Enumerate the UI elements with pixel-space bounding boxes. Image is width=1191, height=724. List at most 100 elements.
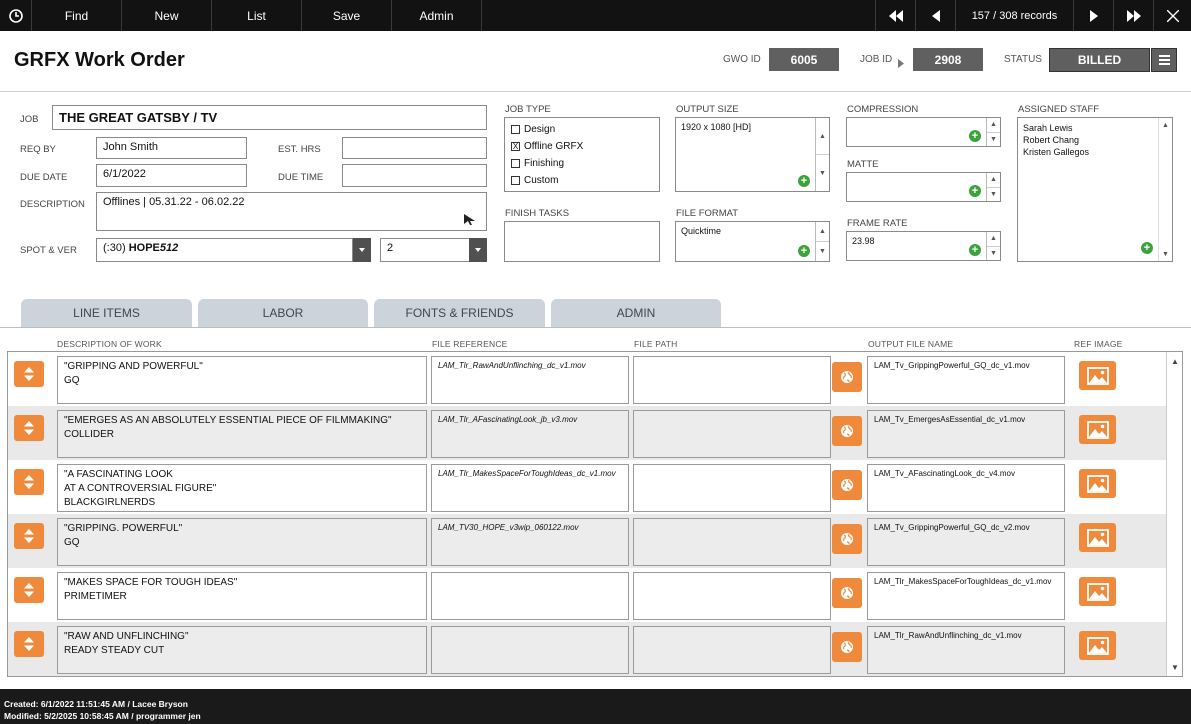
output-file-name-field[interactable]: LAM_Tlr_RawAndUnflinching_dc_v1.mov (867, 626, 1065, 674)
sort-handle-icon[interactable] (14, 361, 44, 387)
due-time-field[interactable] (342, 164, 487, 187)
output-size-field[interactable]: 1920 x 1080 [HD] + ▲ ▼ (675, 117, 830, 192)
add-icon[interactable]: + (969, 130, 981, 142)
frame-rate-field[interactable]: 23.98 + ▲ ▼ (846, 231, 1001, 261)
file-reference-field[interactable]: LAM_Tlr_MakesSpaceForToughIdeas_dc_v1.mo… (431, 464, 629, 512)
job-id-value: 2908 (913, 48, 983, 71)
tab-labor[interactable]: LABOR (198, 299, 368, 327)
close-icon[interactable] (1153, 0, 1191, 31)
globe-icon[interactable] (832, 416, 862, 446)
version-select[interactable]: 2 (380, 238, 470, 262)
add-icon[interactable]: + (1141, 242, 1153, 254)
ref-image-icon[interactable] (1079, 523, 1116, 552)
file-path-field[interactable] (633, 518, 831, 566)
job-type-offline-grfx[interactable]: X Offline GRFX (505, 138, 659, 155)
compression-scroll[interactable]: ▲ ▼ (986, 118, 1000, 146)
sort-handle-icon[interactable] (14, 523, 44, 549)
file-format-scroll[interactable]: ▲ ▼ (815, 222, 829, 261)
globe-icon[interactable] (832, 470, 862, 500)
job-id-link-icon[interactable] (898, 55, 904, 73)
table-row: "MAKES SPACE FOR TOUGH IDEAS" PRIMETIMER L… (8, 568, 1167, 622)
description-line: "A FASCINATING LOOK (64, 469, 173, 480)
job-type-custom[interactable]: Custom (505, 172, 659, 189)
matte-scroll[interactable]: ▲ ▼ (986, 173, 1000, 201)
new-button[interactable]: New (122, 0, 212, 31)
tab-fonts-friends[interactable]: FONTS & FRIENDS (374, 299, 545, 327)
spot-dropdown-icon[interactable] (353, 238, 371, 262)
add-icon[interactable]: + (798, 175, 810, 187)
file-path-field[interactable] (633, 572, 831, 620)
last-record-icon[interactable] (1113, 0, 1153, 31)
sort-handle-icon[interactable] (14, 415, 44, 441)
status-menu-icon[interactable] (1151, 48, 1177, 72)
file-path-field[interactable] (633, 410, 831, 458)
add-icon[interactable]: + (969, 185, 981, 197)
output-size-scroll[interactable]: ▲ ▼ (815, 118, 829, 191)
description-of-work-field[interactable]: "MAKES SPACE FOR TOUGH IDEAS" PRIMETIMER (57, 572, 427, 620)
table-scrollbar[interactable]: ▲ ▼ (1166, 352, 1182, 676)
file-path-field[interactable] (633, 464, 831, 512)
description-of-work-field[interactable]: "A FASCINATING LOOK AT A CONTROVERSIAL FI… (57, 464, 427, 512)
find-button[interactable]: Find (32, 0, 122, 31)
file-reference-field[interactable] (431, 626, 629, 674)
status-field[interactable]: BILLED (1049, 48, 1150, 72)
file-path-field[interactable] (633, 626, 831, 674)
description-of-work-field[interactable]: "GRIPPING. POWERFUL" GQ (57, 518, 427, 566)
output-file-name-field[interactable]: LAM_Tv_GrippingPowerful_GQ_dc_v2.mov (867, 518, 1065, 566)
staff-scroll[interactable]: ▲ ▼ (1158, 118, 1172, 261)
ref-image-icon[interactable] (1079, 361, 1116, 390)
ref-image-icon[interactable] (1079, 631, 1116, 660)
output-file-name-field[interactable]: LAM_Tv_GrippingPowerful_GQ_dc_v1.mov (867, 356, 1065, 404)
list-button[interactable]: List (212, 0, 302, 31)
app-logo-icon[interactable] (0, 0, 32, 31)
add-icon[interactable]: + (969, 244, 981, 256)
output-file-name-field[interactable]: LAM_Tlr_MakesSpaceForToughIdeas_dc_v1.mo… (867, 572, 1065, 620)
add-icon[interactable]: + (798, 245, 810, 257)
file-path-field[interactable] (633, 356, 831, 404)
file-reference-field[interactable]: LAM_Tlr_AFascinatingLook_jb_v3.mov (431, 410, 629, 458)
output-file-name-field[interactable]: LAM_Tv_AFascinatingLook_dc_v4.mov (867, 464, 1065, 512)
req-by-field[interactable]: John Smith (96, 137, 247, 159)
first-record-icon[interactable] (875, 0, 915, 31)
ref-image-icon[interactable] (1079, 469, 1116, 498)
ref-image-icon[interactable] (1079, 577, 1116, 606)
job-type-design[interactable]: Design (505, 121, 659, 138)
globe-icon[interactable] (832, 578, 862, 608)
spot-select[interactable]: (:30) HOPE512 (96, 238, 353, 262)
scroll-up-icon[interactable]: ▲ (1167, 354, 1182, 368)
file-format-field[interactable]: Quicktime + ▲ ▼ (675, 221, 830, 262)
globe-icon[interactable] (832, 632, 862, 662)
assigned-staff-list[interactable]: Sarah Lewis Robert Chang Kristen Gallego… (1017, 117, 1173, 262)
est-hrs-field[interactable] (342, 137, 487, 159)
scroll-down-icon[interactable]: ▼ (1167, 660, 1182, 674)
version-dropdown-icon[interactable] (469, 238, 487, 262)
description-field[interactable]: Offlines | 05.31.22 - 06.02.22 (96, 192, 487, 231)
next-record-icon[interactable] (1073, 0, 1113, 31)
frame-rate-scroll[interactable]: ▲ ▼ (986, 232, 1000, 260)
admin-button[interactable]: Admin (392, 0, 482, 31)
tab-line-items[interactable]: LINE ITEMS (21, 299, 192, 327)
globe-icon[interactable] (832, 362, 862, 392)
previous-record-icon[interactable] (915, 0, 955, 31)
tab-admin[interactable]: ADMIN (551, 299, 721, 327)
matte-field[interactable]: + ▲ ▼ (846, 172, 1001, 202)
compression-field[interactable]: + ▲ ▼ (846, 117, 1001, 147)
globe-icon[interactable] (832, 524, 862, 554)
file-reference-field[interactable] (431, 572, 629, 620)
due-date-field[interactable]: 6/1/2022 (96, 164, 247, 187)
sort-handle-icon[interactable] (14, 469, 44, 495)
sort-handle-icon[interactable] (14, 631, 44, 657)
file-reference-field[interactable]: LAM_Tlr_RawAndUnflinching_dc_v1.mov (431, 356, 629, 404)
file-reference-field[interactable]: LAM_TV30_HOPE_v3wip_060122.mov (431, 518, 629, 566)
ref-image-icon[interactable] (1079, 415, 1116, 444)
description-of-work-field[interactable]: "RAW AND UNFLINCHING" READY STEADY CUT (57, 626, 427, 674)
output-file-name-field[interactable]: LAM_Tv_EmergesAsEssential_dc_v1.mov (867, 410, 1065, 458)
description-line: PRIMETIMER (64, 591, 127, 602)
description-of-work-field[interactable]: "EMERGES AS AN ABSOLUTELY ESSENTIAL PIEC… (57, 410, 427, 458)
sort-handle-icon[interactable] (14, 577, 44, 603)
save-button[interactable]: Save (302, 0, 392, 31)
finish-tasks-field[interactable] (504, 221, 660, 262)
description-of-work-field[interactable]: "GRIPPING AND POWERFUL" GQ (57, 356, 427, 404)
job-type-finishing[interactable]: Finishing (505, 155, 659, 172)
job-field[interactable]: THE GREAT GATSBY / TV (52, 105, 487, 130)
